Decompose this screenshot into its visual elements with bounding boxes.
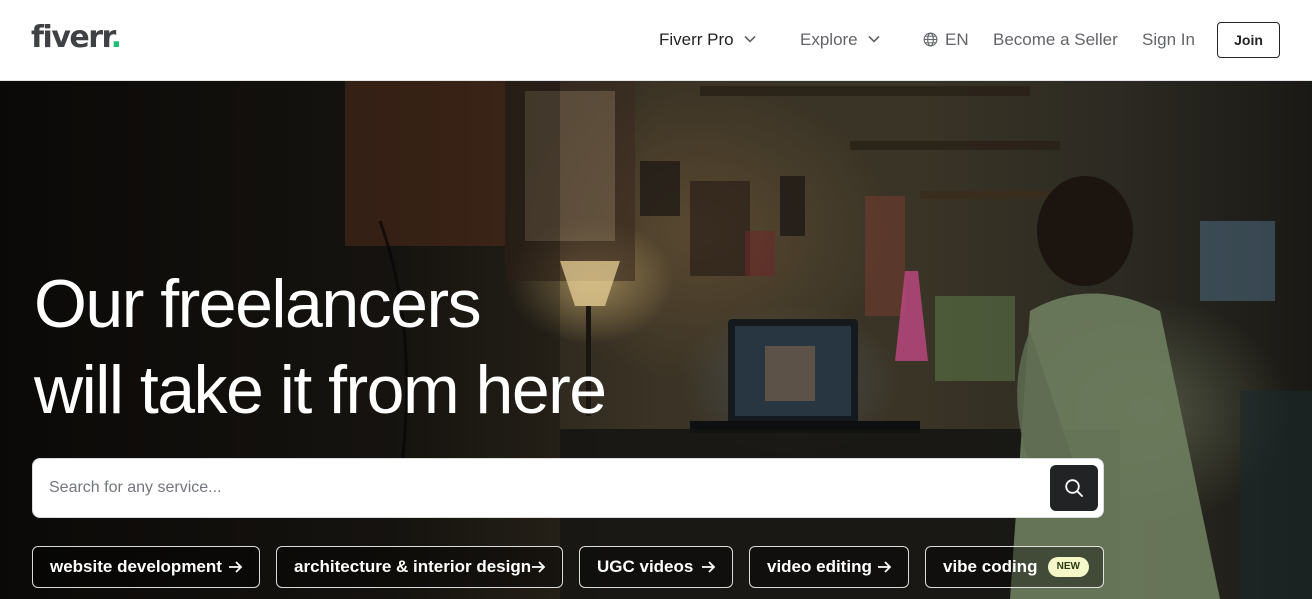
chip-vibe-coding[interactable]: vibe coding NEW (925, 546, 1104, 588)
chip-label: vibe coding (943, 557, 1038, 576)
hero-section: Our freelancers will take it from here w… (0, 81, 1312, 599)
search-button[interactable] (1050, 465, 1098, 511)
hero-heading-line-1: Our freelancers (34, 266, 482, 342)
chip-label: architecture & interior design (294, 557, 532, 576)
nav-sign-in[interactable]: Sign In (1142, 28, 1195, 52)
nav-become-seller[interactable]: Become a Seller (993, 28, 1118, 52)
search-input[interactable] (49, 471, 1039, 505)
arrow-right-icon (702, 561, 716, 573)
nav-explore-label: Explore (800, 30, 858, 49)
hero-heading-line-2: will take it from here (34, 352, 607, 428)
hero-heading: Our freelancers will take it from here (34, 261, 734, 433)
chip-architecture-interior-design[interactable]: architecture & interior design (276, 546, 563, 588)
globe-icon (923, 32, 938, 46)
nav-fiverr-pro[interactable]: Fiverr Pro (659, 28, 756, 52)
chip-video-editing[interactable]: video editing (749, 546, 909, 588)
nav-fiverr-pro-label: Fiverr Pro (659, 30, 734, 49)
arrow-right-icon (229, 561, 243, 573)
nav-language[interactable]: EN (923, 28, 969, 52)
chip-label: UGC videos (597, 557, 694, 576)
arrow-right-icon (532, 561, 546, 573)
nav-explore[interactable]: Explore (800, 28, 880, 52)
fiverr-logo[interactable]: fiverr. (31, 18, 122, 58)
search-icon (1065, 479, 1083, 497)
chip-label: video editing (767, 557, 872, 576)
arrow-right-icon (878, 561, 892, 573)
chip-ugc-videos[interactable]: UGC videos (579, 546, 733, 588)
chip-label: website development (50, 557, 222, 576)
chevron-down-icon (868, 35, 880, 43)
new-badge: NEW (1047, 557, 1089, 577)
chevron-down-icon (744, 35, 756, 43)
nav-language-label: EN (945, 30, 969, 49)
chip-website-development[interactable]: website development (32, 546, 260, 588)
top-header: fiverr. Fiverr Pro Explore EN Become a S… (0, 0, 1312, 81)
join-button[interactable]: Join (1217, 22, 1280, 58)
search-bar (32, 458, 1104, 518)
